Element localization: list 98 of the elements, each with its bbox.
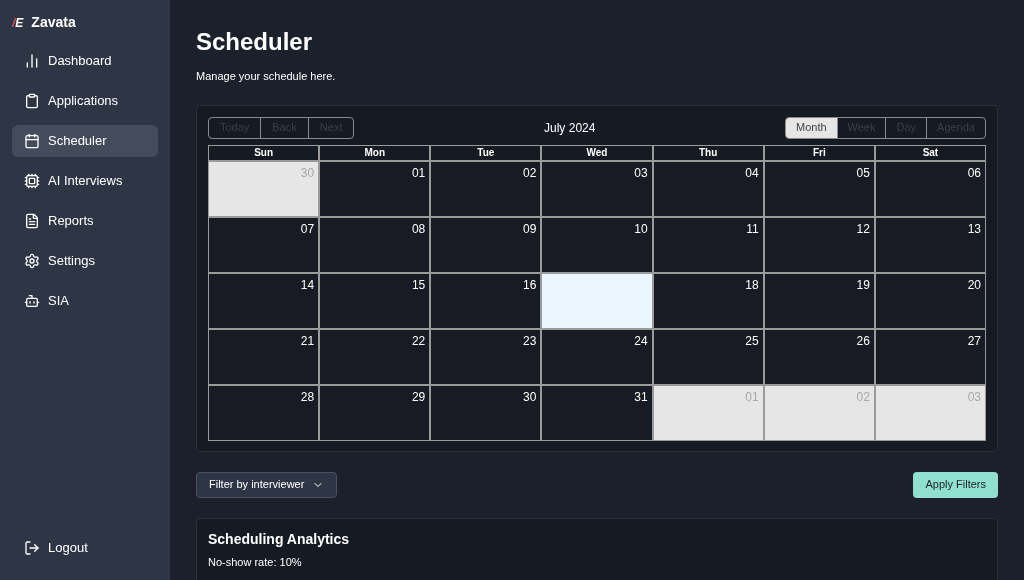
day-cell[interactable]: 21 — [208, 328, 320, 385]
clipboard-icon — [24, 93, 40, 109]
day-number: 15 — [411, 276, 426, 294]
day-number: 01 — [745, 388, 759, 406]
day-number: 09 — [523, 220, 537, 238]
nav-item[interactable]: Dashboard — [12, 45, 158, 77]
day-cell[interactable]: 03 — [541, 160, 653, 217]
day-number: 05 — [856, 164, 870, 182]
settings-icon — [24, 253, 40, 269]
day-number: 03 — [634, 164, 648, 182]
day-cell[interactable]: 08 — [319, 216, 431, 273]
analytics-title: Scheduling Analytics — [208, 529, 351, 549]
day-number: 20 — [967, 276, 981, 294]
day-cell[interactable]: 14 — [208, 272, 320, 329]
day-cell[interactable]: 11 — [652, 216, 764, 273]
day-cell[interactable]: 25 — [652, 328, 764, 385]
day-number: 06 — [967, 164, 981, 182]
day-cell[interactable]: 01 — [319, 160, 431, 217]
day-cell[interactable]: 28 — [208, 384, 320, 441]
nav-item[interactable]: Reports — [12, 205, 158, 237]
day-number: 14 — [300, 276, 315, 294]
day-number: 30 — [523, 388, 537, 406]
day-cell[interactable]: 04 — [652, 160, 764, 217]
interviewer-filter-dropdown[interactable]: Filter by interviewer — [196, 471, 338, 498]
day-number: 11 — [746, 220, 759, 238]
chip-icon — [24, 173, 40, 189]
day-number: 02 — [523, 164, 537, 182]
day-number: 27 — [967, 332, 981, 350]
brand-name: Zavata — [31, 13, 76, 32]
day-cell[interactable]: 31 — [541, 384, 653, 441]
day-number: 08 — [411, 220, 426, 238]
weekday-header: Mon — [319, 144, 431, 161]
day-number: 02 — [856, 388, 870, 406]
nav-item[interactable]: SIA — [12, 285, 158, 317]
document-icon — [24, 213, 40, 229]
bar-chart-icon — [24, 53, 40, 69]
nav-item[interactable]: Scheduler — [12, 125, 158, 157]
day-cell[interactable]: 22 — [319, 328, 431, 385]
analytics-stat: No-show rate: 10% — [208, 554, 303, 570]
view-tab[interactable]: Month — [786, 117, 837, 138]
day-cell[interactable]: 30 — [430, 384, 542, 441]
page-title: Scheduler — [196, 28, 314, 56]
logout-button[interactable]: Logout — [12, 532, 158, 564]
day-cell[interactable]: 10 — [541, 216, 653, 273]
day-cell[interactable]: 18 — [652, 272, 764, 329]
weekday-header: Tue — [430, 144, 542, 161]
day-number: 22 — [411, 332, 426, 350]
day-cell[interactable] — [541, 272, 653, 329]
day-number: 21 — [300, 332, 315, 350]
day-cell[interactable]: 24 — [541, 328, 653, 385]
nav-item[interactable]: Applications — [12, 85, 158, 117]
day-cell[interactable]: 20 — [874, 272, 986, 329]
day-number: 16 — [523, 276, 537, 294]
day-number: 31 — [634, 388, 648, 406]
day-cell[interactable]: 19 — [763, 272, 875, 329]
day-number: 01 — [411, 164, 426, 182]
day-number: 30 — [300, 164, 315, 182]
weekday-header: Thu — [652, 144, 764, 161]
day-number: 23 — [523, 332, 537, 350]
day-cell[interactable]: 12 — [763, 216, 875, 273]
apply-filters-button[interactable]: Apply Filters — [913, 471, 998, 498]
day-number: 12 — [856, 220, 870, 238]
day-cell[interactable]: 07 — [208, 216, 320, 273]
brand-logo: /E — [12, 14, 24, 32]
robot-icon — [24, 293, 40, 309]
logout-icon — [24, 540, 40, 556]
day-number: 29 — [411, 388, 426, 406]
day-cell[interactable]: 09 — [430, 216, 542, 273]
day-cell[interactable]: 06 — [874, 160, 986, 217]
day-number: 24 — [634, 332, 648, 350]
day-cell[interactable]: 23 — [430, 328, 542, 385]
day-number: 28 — [300, 388, 315, 406]
day-number: 03 — [967, 388, 981, 406]
day-number: 18 — [745, 276, 759, 294]
day-cell[interactable]: 26 — [763, 328, 875, 385]
day-number: 07 — [300, 220, 315, 238]
day-cell[interactable]: 27 — [874, 328, 986, 385]
day-number: 04 — [745, 164, 759, 182]
day-number: 13 — [967, 220, 981, 238]
day-number: 10 — [634, 220, 648, 238]
calendar-icon — [24, 133, 40, 149]
day-cell[interactable]: 13 — [874, 216, 986, 273]
day-cell[interactable]: 16 — [430, 272, 542, 329]
day-cell[interactable]: 29 — [319, 384, 431, 441]
nav-item[interactable]: AI Interviews — [12, 165, 158, 197]
day-number: 26 — [856, 332, 870, 350]
page-subtitle: Manage your schedule here. — [196, 69, 337, 84]
month-label: July 2024 — [544, 119, 596, 137]
day-cell[interactable]: 15 — [319, 272, 431, 329]
day-number: 19 — [856, 276, 870, 294]
weekday-header: Fri — [763, 144, 875, 161]
weekday-header: Wed — [541, 144, 653, 161]
nav-item[interactable]: Settings — [12, 245, 158, 277]
weekday-header: Sun — [208, 144, 320, 161]
day-cell[interactable]: 05 — [763, 160, 875, 217]
weekday-header: Sat — [874, 144, 986, 161]
day-cell[interactable]: 02 — [430, 160, 542, 217]
day-number: 25 — [745, 332, 759, 350]
